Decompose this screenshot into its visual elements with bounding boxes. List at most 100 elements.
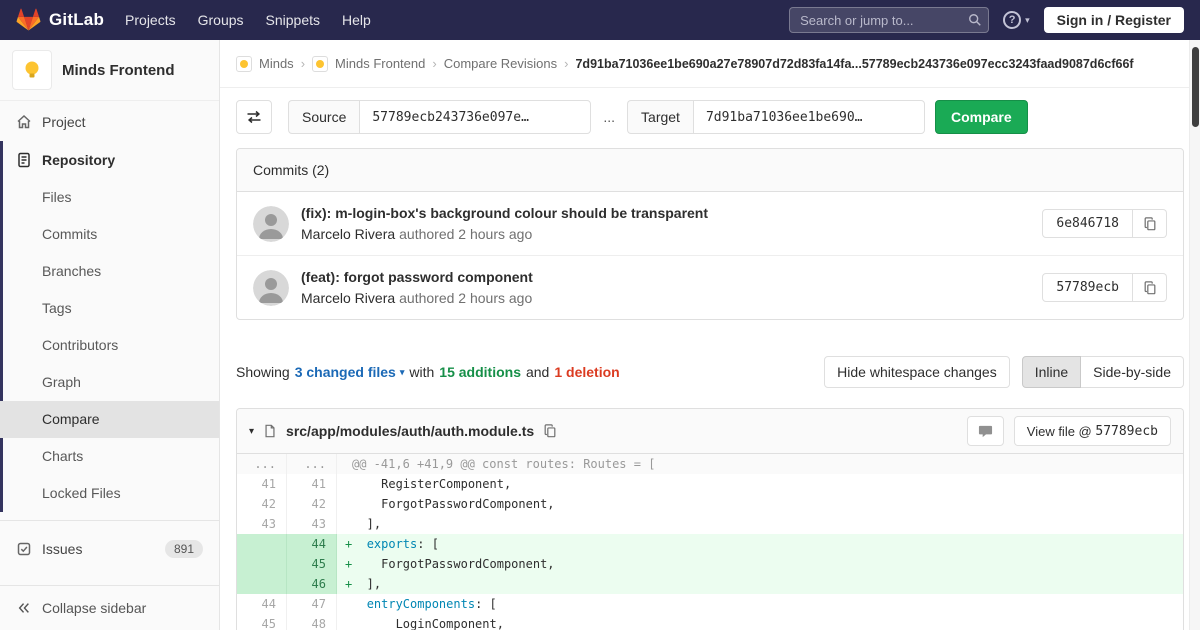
diff-line-number-new[interactable]: 45 <box>287 554 337 574</box>
diff-stats-bar: Showing 3 changed files ▾ with 15 additi… <box>236 356 1184 388</box>
diff-line-number-new[interactable]: ... <box>287 454 337 474</box>
diff-line-row: 46 + ], <box>237 574 1183 594</box>
nav-help[interactable]: Help <box>331 0 382 40</box>
commit-row: (fix): m-login-box's background colour s… <box>237 192 1183 255</box>
diff-line-number-old[interactable]: 42 <box>237 494 287 514</box>
sidebar-item-locked-files[interactable]: Locked Files <box>0 475 219 512</box>
view-file-button[interactable]: View file @ 57789ecb <box>1013 416 1171 446</box>
breadcrumb-page-link[interactable]: Compare Revisions <box>444 56 557 71</box>
diff-file-panel: ▾ src/app/modules/auth/auth.module.ts Vi… <box>236 408 1184 630</box>
navbar-left: GitLab Projects Groups Snippets Help <box>16 0 382 40</box>
diff-view-options: Hide whitespace changes Inline Side-by-s… <box>824 356 1184 388</box>
commit-title-link[interactable]: (fix): m-login-box's background colour s… <box>301 205 708 221</box>
commit-title-link[interactable]: (feat): forgot password component <box>301 269 533 285</box>
breadcrumb: Minds › Minds Frontend › Compare Revisio… <box>220 40 1200 88</box>
sidebar-item-charts[interactable]: Charts <box>0 438 219 475</box>
gitlab-logo[interactable]: GitLab <box>16 8 104 32</box>
deletions-count: 1 deletion <box>554 364 620 380</box>
sidebar-item-issues[interactable]: Issues 891 <box>0 529 219 569</box>
sidebar-item-compare[interactable]: Compare <box>0 401 219 438</box>
swap-icon <box>246 109 262 125</box>
copy-file-path-button[interactable] <box>543 424 557 438</box>
commit-row: (feat): forgot password component Marcel… <box>237 255 1183 319</box>
help-dropdown[interactable]: ? ▾ <box>1003 11 1030 29</box>
and-label: and <box>525 364 550 380</box>
swap-revisions-button[interactable] <box>236 100 272 134</box>
commit-author-link[interactable]: Marcelo Rivera <box>301 290 395 306</box>
chevron-down-icon: ▾ <box>1025 14 1030 25</box>
source-input[interactable] <box>359 100 592 134</box>
copy-sha-button[interactable] <box>1133 273 1167 302</box>
search-input[interactable] <box>789 7 990 33</box>
home-icon <box>16 114 32 130</box>
commit-sha-link[interactable]: 57789ecb <box>1042 273 1133 302</box>
diff-file-header: ▾ src/app/modules/auth/auth.module.ts Vi… <box>237 409 1183 454</box>
breadcrumb-group-link[interactable]: Minds <box>259 56 294 71</box>
diff-line-number-old[interactable] <box>237 574 287 594</box>
diff-line-number-new[interactable]: 48 <box>287 614 337 630</box>
search-icon <box>968 13 982 27</box>
diff-line-number-old[interactable] <box>237 534 287 554</box>
nav-groups[interactable]: Groups <box>187 0 255 40</box>
hide-whitespace-button[interactable]: Hide whitespace changes <box>824 356 1010 388</box>
diff-line-number-new[interactable]: 46 <box>287 574 337 594</box>
diff-line-number-new[interactable]: 43 <box>287 514 337 534</box>
sidebar-item-commits[interactable]: Commits <box>0 216 219 253</box>
sidebar-item-label: Repository <box>42 152 116 168</box>
commit-author-avatar[interactable] <box>253 269 289 306</box>
target-field-group: Target <box>627 100 925 134</box>
sidebar-item-files[interactable]: Files <box>0 179 219 216</box>
project-mini-avatar <box>312 55 329 72</box>
diff-line-code: @@ -41,6 +41,9 @@ const routes: Routes =… <box>337 454 1183 474</box>
diff-line-number-old[interactable]: 41 <box>237 474 287 494</box>
sidebar-item-project[interactable]: Project <box>0 103 219 141</box>
commit-info: (fix): m-login-box's background colour s… <box>301 205 708 242</box>
scrollbar-thumb[interactable] <box>1192 47 1199 127</box>
compare-button[interactable]: Compare <box>934 100 1028 134</box>
sidebar-item-tags[interactable]: Tags <box>0 290 219 327</box>
project-context-header[interactable]: Minds Frontend <box>0 40 219 101</box>
sidebar-item-contributors[interactable]: Contributors <box>0 327 219 364</box>
gitlab-logo-text: GitLab <box>49 10 105 29</box>
copy-icon <box>1143 216 1157 231</box>
diff-line-number-new[interactable]: 41 <box>287 474 337 494</box>
commit-authored-time: authored 2 hours ago <box>399 226 533 242</box>
diff-line-number-new[interactable]: 42 <box>287 494 337 514</box>
target-input[interactable] <box>692 100 925 134</box>
changed-files-dropdown[interactable]: 3 changed files ▾ <box>295 364 405 380</box>
breadcrumb-project-link[interactable]: Minds Frontend <box>335 56 425 71</box>
sidebar-item-graph[interactable]: Graph <box>0 364 219 401</box>
nav-snippets[interactable]: Snippets <box>255 0 331 40</box>
sign-in-button[interactable]: Sign in / Register <box>1043 7 1184 33</box>
toggle-comments-button[interactable] <box>966 416 1004 446</box>
double-chevron-left-icon <box>16 600 32 616</box>
diff-line-number-old[interactable] <box>237 554 287 574</box>
sidebar-item-repository[interactable]: Repository <box>0 141 219 179</box>
source-field-group: Source <box>288 100 592 134</box>
nav-projects[interactable]: Projects <box>114 0 187 40</box>
diff-file-actions: View file @ 57789ecb <box>966 416 1171 446</box>
diff-line-number-old[interactable]: 44 <box>237 594 287 614</box>
diff-line-number-old[interactable]: 45 <box>237 614 287 630</box>
diff-line-code: entryComponents: [ <box>366 597 497 611</box>
diff-line-number-new[interactable]: 47 <box>287 594 337 614</box>
diff-line-number-new[interactable]: 44 <box>287 534 337 554</box>
sidebar-item-branches[interactable]: Branches <box>0 253 219 290</box>
breadcrumb-current-range: 7d91ba71036ee1be690a27e78907d72d83fa14fa… <box>575 56 1134 71</box>
sidebar: Minds Frontend Project Repository Files <box>0 40 220 630</box>
diff-line-number-old[interactable]: ... <box>237 454 287 474</box>
commit-author-link[interactable]: Marcelo Rivera <box>301 226 395 242</box>
collapse-file-icon[interactable]: ▾ <box>249 426 254 437</box>
collapse-sidebar-button[interactable]: Collapse sidebar <box>0 585 219 630</box>
commit-sha-link[interactable]: 6e846718 <box>1042 209 1133 238</box>
commit-author-avatar[interactable] <box>253 205 289 242</box>
diff-line-number-old[interactable]: 43 <box>237 514 287 534</box>
page-scrollbar[interactable] <box>1189 40 1200 630</box>
search-box[interactable] <box>789 7 990 33</box>
inline-view-button[interactable]: Inline <box>1021 356 1082 388</box>
gitlab-tanuki-icon <box>16 8 41 32</box>
issues-icon <box>16 541 32 557</box>
copy-sha-button[interactable] <box>1133 209 1167 238</box>
commits-panel: Commits (2) (fix): m-login-box's backgro… <box>236 148 1184 320</box>
side-by-side-view-button[interactable]: Side-by-side <box>1081 356 1184 388</box>
